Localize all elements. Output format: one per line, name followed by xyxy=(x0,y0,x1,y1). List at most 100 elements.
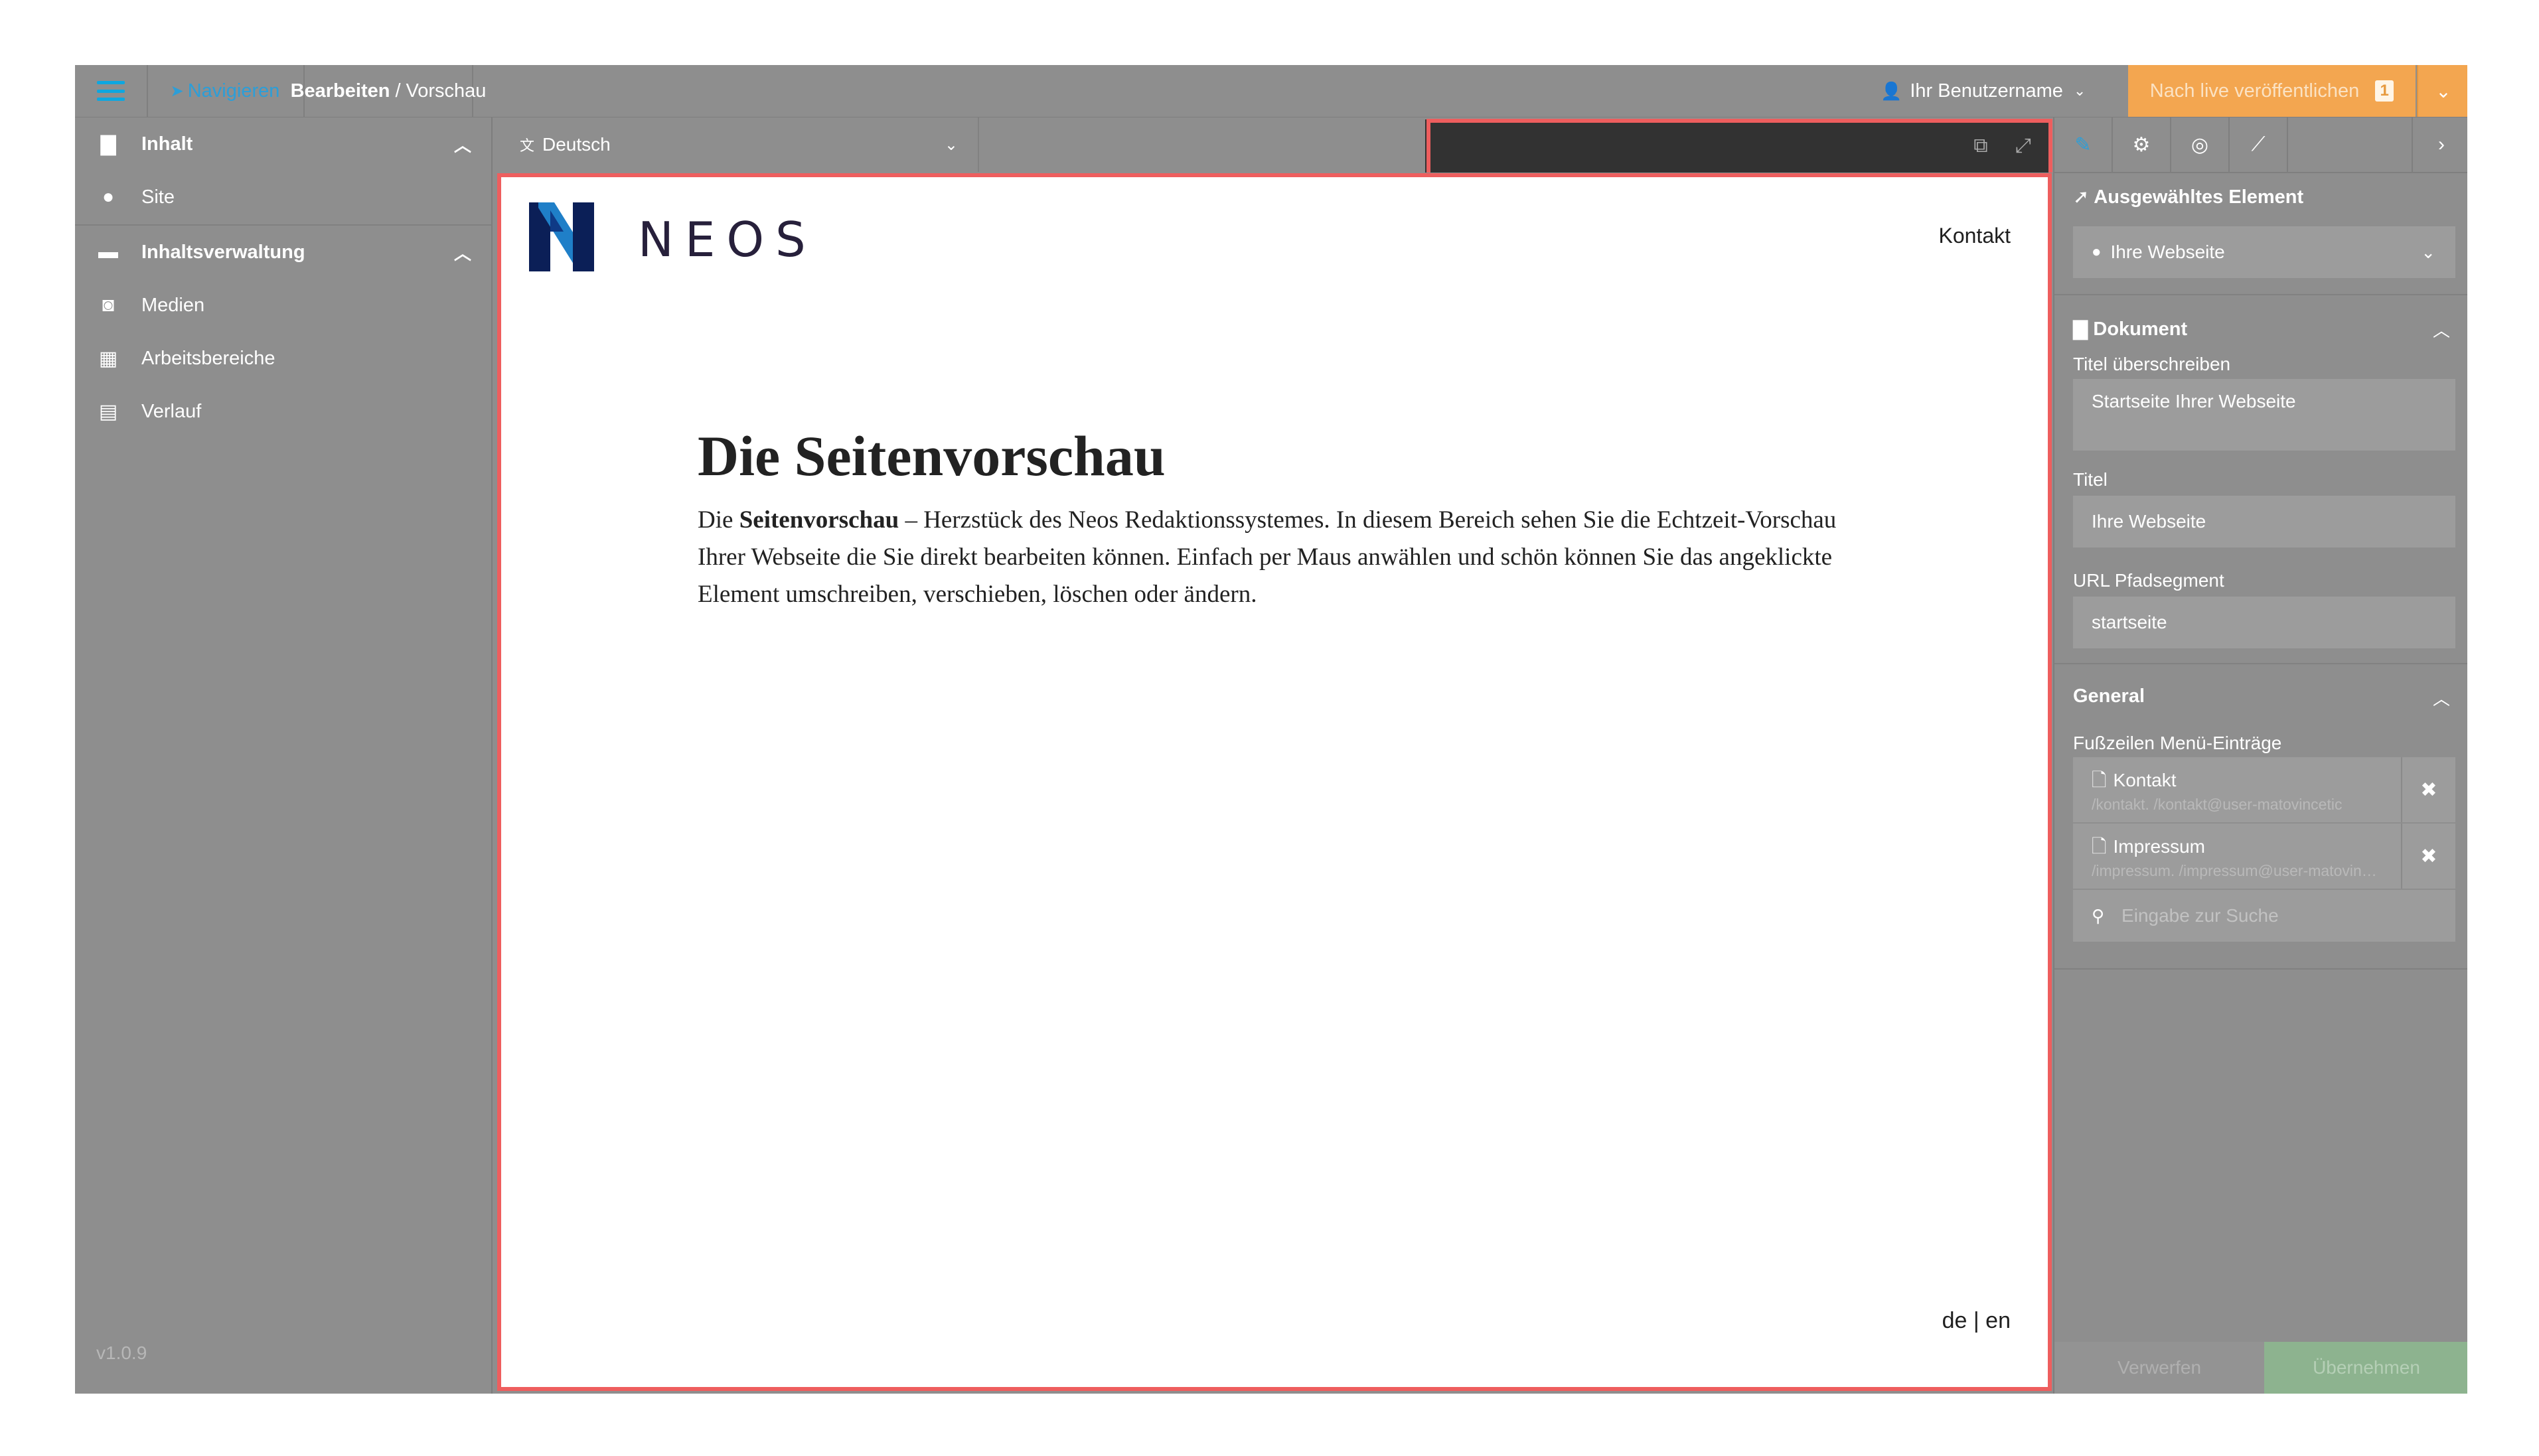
page-preview[interactable]: NEOS Kontakt Die Seitenvorschau Die Seit… xyxy=(497,173,2052,1391)
sidebar-item-verlauf[interactable]: ▤ Verlauf xyxy=(75,385,491,438)
chevron-up-icon[interactable]: ︿ xyxy=(2433,686,2450,710)
sidebar-item-label: Medien xyxy=(141,294,205,316)
close-icon: ✖ xyxy=(2420,778,2437,801)
field-label: Titel xyxy=(2073,469,2108,490)
chevron-up-icon: ︿ xyxy=(453,135,471,155)
discard-button[interactable]: Verwerfen xyxy=(2054,1342,2264,1394)
reference-title-label: Kontakt xyxy=(2113,770,2177,790)
title-override-field[interactable]: Startseite Ihrer Webseite xyxy=(2073,379,2455,451)
file-icon: 🗋 xyxy=(2092,770,2107,790)
edit-preview-mode[interactable]: Bearbeiten / Vorschau xyxy=(291,65,486,117)
edit-mode-label: Bearbeiten xyxy=(290,80,390,102)
file-icon: ▇ xyxy=(2073,319,2088,340)
location-arrow-icon: ➤ xyxy=(170,82,184,100)
reference-item[interactable]: 🗋 Kontakt /kontakt. /kontakt@user-matovin… xyxy=(2073,757,2455,822)
sidebar-group-label: Inhalt xyxy=(141,133,193,155)
chevron-down-icon: ⌄ xyxy=(2421,242,2435,262)
sidebar-item-medien[interactable]: ◙ Medien xyxy=(75,279,491,332)
brand-wordmark: NEOS xyxy=(638,212,817,267)
user-icon: 👤 xyxy=(1881,80,1902,101)
field-label: Fußzeilen Menü-Einträge xyxy=(2073,733,2282,753)
selected-element-label: Ausgewähltes Element xyxy=(2094,186,2304,208)
file-icon: 🗋 xyxy=(2092,836,2107,857)
sidebar-item-arbeitsbereiche[interactable]: ▦ Arbeitsbereiche xyxy=(75,332,491,385)
chevron-right-icon: › xyxy=(2438,133,2445,155)
hamburger-icon xyxy=(97,81,125,101)
remove-reference-button[interactable]: ✖ xyxy=(2401,757,2455,822)
tab-settings[interactable]: ⚙ xyxy=(2113,117,2171,172)
language-label: Deutsch xyxy=(542,134,611,155)
tab-edit[interactable]: ✎ xyxy=(2054,117,2113,172)
sidebar-group-inhaltsverwaltung[interactable]: ▬ Inhaltsverwaltung ︿ xyxy=(75,226,491,279)
gear-icon: ⚙ xyxy=(2132,133,2151,156)
tab-targets[interactable]: ◎ xyxy=(2171,117,2230,172)
reference-item[interactable]: 🗋 Impressum /impressum. /impressum@user-m… xyxy=(2073,824,2455,889)
selected-element-select[interactable]: ● Ihre Webseite ⌄ xyxy=(2073,226,2455,278)
inspector-divider xyxy=(2054,294,2467,295)
reference-path: /kontakt. /kontakt@user-matovincetic xyxy=(2092,796,2343,813)
title-field[interactable]: Ihre Webseite xyxy=(2073,496,2455,547)
globe-icon: ● xyxy=(2092,243,2102,261)
search-icon: ⚲ xyxy=(2092,905,2105,926)
reference-title: 🗋 Kontakt xyxy=(2092,766,2183,798)
globe-icon: ● xyxy=(102,186,115,208)
sidebar-group-inhalt[interactable]: ▇ Inhalt ︿ xyxy=(75,117,491,171)
reference-title: 🗋 Impressum xyxy=(2092,833,2212,865)
inspector-panel: ✎ ⚙ ◎ ⟋ › ➚ Ausgewähltes Element ● Ihre … xyxy=(2053,117,2467,1394)
calendar-icon: ▤ xyxy=(98,400,118,423)
crumb-separator: / xyxy=(395,80,401,102)
preview-mode-label: Vorschau xyxy=(406,80,487,102)
section-general-title[interactable]: General xyxy=(2073,686,2145,707)
briefcase-icon: ▬ xyxy=(98,241,118,263)
field-label: URL Pfadsegment xyxy=(2073,570,2224,591)
sidebar-item-label: Verlauf xyxy=(141,400,202,422)
remove-reference-button[interactable]: ✖ xyxy=(2401,824,2455,889)
page-paragraph[interactable]: Die Seitenvorschau – Herzstück des Neos … xyxy=(698,502,1846,613)
pencil-icon: ✎ xyxy=(2074,133,2092,156)
selected-element-title: ➚ Ausgewähltes Element xyxy=(2073,185,2303,208)
section-dokument-title[interactable]: ▇ Dokument xyxy=(2073,317,2187,340)
reference-title-label: Impressum xyxy=(2113,836,2205,857)
sidebar-item-label: Site xyxy=(141,186,175,208)
sidebar-item-label: Arbeitsbereiche xyxy=(141,347,275,369)
sidebar-group-label: Inhaltsverwaltung xyxy=(141,241,305,263)
tab-analytics[interactable]: ⟋ xyxy=(2230,117,2288,172)
url-segment-field[interactable]: startseite xyxy=(2073,597,2455,648)
sidebar-item-site[interactable]: ● Site xyxy=(75,171,491,224)
language-links[interactable]: de | en xyxy=(1942,1308,2011,1334)
inspector-divider xyxy=(2054,968,2467,970)
menu-toggle-button[interactable] xyxy=(75,65,148,117)
inspector-tabs: ✎ ⚙ ◎ ⟋ › xyxy=(2054,117,2467,173)
selected-element-value: Ihre Webseite xyxy=(2110,242,2225,262)
username-label: Ihr Benutzername xyxy=(1910,80,2063,102)
cursor-icon: ➚ xyxy=(2073,186,2090,208)
nav-link-kontakt[interactable]: Kontakt xyxy=(1938,224,2011,248)
top-bar: ➤ Navigieren Bearbeiten / Vorschau 👤 Ihr… xyxy=(75,65,2467,117)
apply-button[interactable]: Übernehmen xyxy=(2264,1342,2467,1394)
neos-backend-window: ➤ Navigieren Bearbeiten / Vorschau 👤 Ihr… xyxy=(75,65,2467,1394)
language-icon: 文 xyxy=(520,137,535,154)
chevron-down-icon: ⌄ xyxy=(2073,82,2086,99)
reference-path: /impressum. /impressum@user-matovincetic xyxy=(2092,862,2384,879)
camera-icon: ◙ xyxy=(102,294,115,316)
collapse-inspector-button[interactable]: › xyxy=(2412,117,2467,172)
chevron-down-icon: ⌄ xyxy=(944,135,958,154)
inspector-divider xyxy=(2054,663,2467,664)
reference-search-input[interactable]: ⚲ Eingabe zur Suche xyxy=(2073,890,2455,942)
left-sidebar: ▇ Inhalt ︿ ● Site ▬ Inhaltsverwaltung ︿ … xyxy=(75,117,493,1394)
navigate-tab[interactable]: ➤ Navigieren xyxy=(147,65,305,117)
language-dimension-select[interactable]: 文 Deutsch ⌄ xyxy=(500,117,979,172)
para-bold: Seitenvorschau xyxy=(739,506,899,534)
publish-label: Nach live veröffentlichen xyxy=(2149,80,2360,102)
publish-dropdown-button[interactable]: ⌄ xyxy=(2417,65,2467,117)
page-heading[interactable]: Die Seitenvorschau xyxy=(698,423,1166,489)
close-icon: ✖ xyxy=(2420,845,2437,867)
file-icon: ▇ xyxy=(100,133,116,155)
section-title-label: Dokument xyxy=(2093,319,2188,340)
navigate-label: Navigieren xyxy=(187,80,280,102)
chevron-up-icon: ︿ xyxy=(453,243,471,263)
user-menu[interactable]: 👤 Ihr Benutzername ⌄ xyxy=(1881,65,2086,117)
publish-button[interactable]: Nach live veröffentlichen 1 xyxy=(2128,65,2416,117)
bullseye-icon: ◎ xyxy=(2191,133,2209,156)
chevron-up-icon[interactable]: ︿ xyxy=(2433,317,2450,342)
